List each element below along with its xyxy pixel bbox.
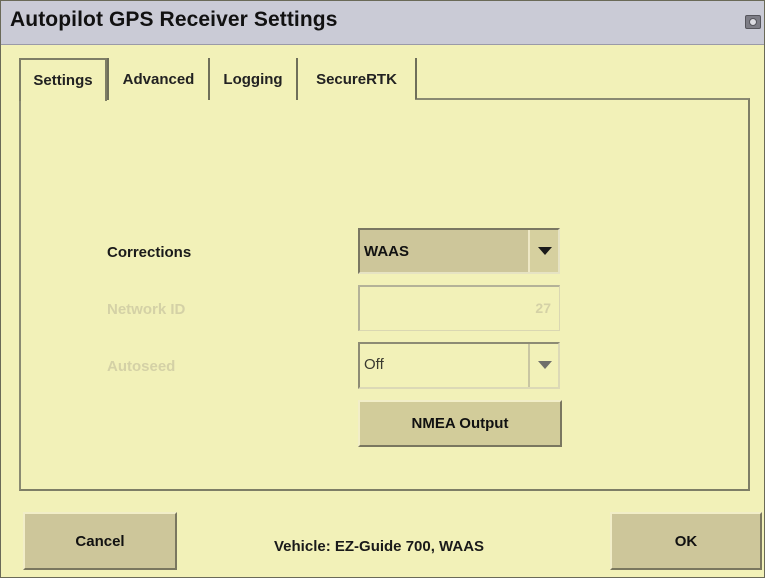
title-bar: Autopilot GPS Receiver Settings xyxy=(1,1,764,45)
network-id-label: Network ID xyxy=(107,301,186,318)
tab-label: SecureRTK xyxy=(316,70,397,88)
ok-button[interactable]: OK xyxy=(610,512,762,570)
tab-advanced[interactable]: Advanced xyxy=(107,58,208,100)
settings-window: Autopilot GPS Receiver Settings Settings… xyxy=(0,0,765,578)
tab-label: Logging xyxy=(223,70,283,88)
dropdown-button[interactable] xyxy=(528,230,558,272)
tab-strip-divider xyxy=(415,58,417,99)
autoseed-dropdown: Off xyxy=(358,342,560,389)
tab-logging[interactable]: Logging xyxy=(208,58,296,100)
corrections-label: Corrections xyxy=(107,244,192,261)
tab-label: Settings xyxy=(33,72,93,89)
corrections-value: WAAS xyxy=(364,243,409,260)
nmea-output-button[interactable]: NMEA Output xyxy=(358,400,562,447)
cancel-button[interactable]: Cancel xyxy=(23,512,177,570)
chevron-down-icon xyxy=(538,247,552,255)
tab-securertk[interactable]: SecureRTK xyxy=(296,58,415,100)
window-title: Autopilot GPS Receiver Settings xyxy=(10,8,338,31)
autoseed-label: Autoseed xyxy=(107,358,176,375)
network-id-value: 27 xyxy=(535,300,551,316)
autoseed-value: Off xyxy=(364,356,384,373)
chevron-down-icon xyxy=(538,361,552,369)
camera-icon[interactable] xyxy=(745,15,761,29)
ok-label: OK xyxy=(674,532,698,550)
tab-label: Advanced xyxy=(122,70,195,88)
nmea-output-label: NMEA Output xyxy=(411,415,509,432)
corrections-dropdown[interactable]: WAAS xyxy=(358,228,560,274)
cancel-label: Cancel xyxy=(75,532,125,550)
tab-settings[interactable]: Settings xyxy=(19,58,107,101)
dropdown-button xyxy=(528,344,558,387)
vehicle-status-text: Vehicle: EZ-Guide 700, WAAS xyxy=(274,538,485,555)
network-id-field: 27 xyxy=(358,285,560,331)
